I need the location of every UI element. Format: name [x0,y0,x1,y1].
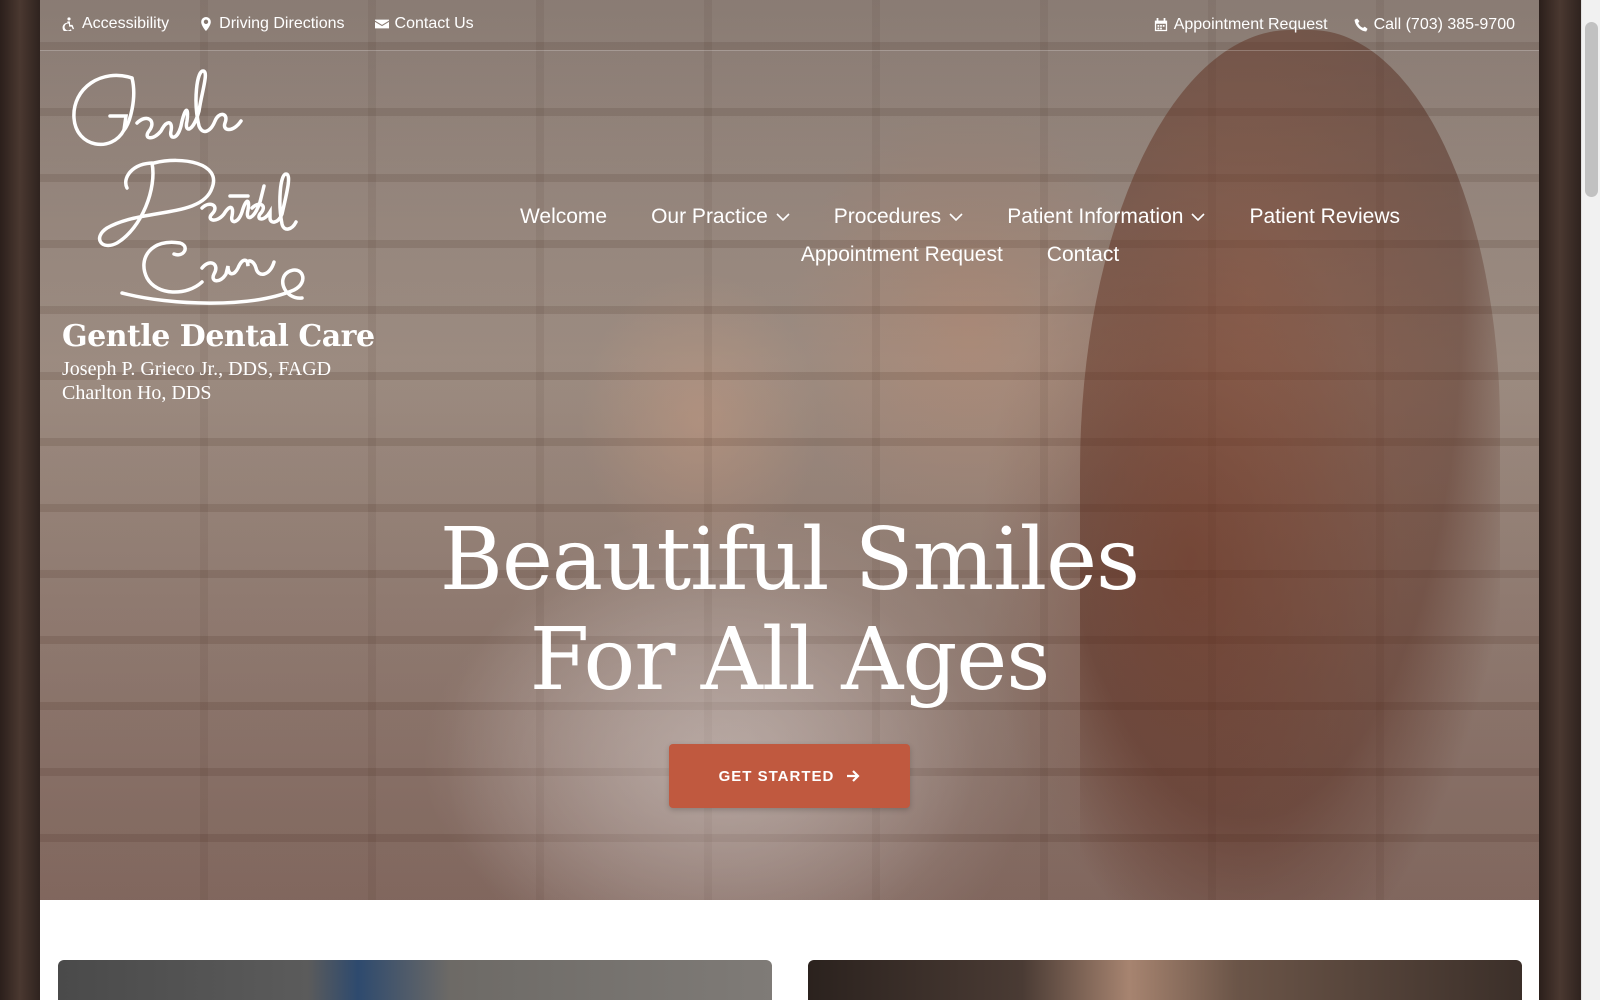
contact-us-link[interactable]: Contact Us [374,15,474,33]
appointment-request-top-link[interactable]: Appointment Request [1154,16,1328,34]
left-background-panel [0,0,40,1000]
right-background-panel [1539,0,1581,1000]
nav-item-welcome[interactable]: Welcome [520,205,607,229]
nav-row-1: Welcome Our Practice Procedures Patient … [460,205,1460,229]
nav-item-label: Contact [1046,243,1120,266]
nav-item-label: Procedures [833,205,942,228]
practice-doctors: Joseph P. Grieco Jr., DDS, FAGD Charlton… [62,357,331,405]
chevron-down-icon [1191,212,1206,221]
nav-row-2: Appointment Request Contact [460,243,1460,267]
page-scrollbar[interactable] [1581,0,1600,1000]
hero-section: Accessibility Driving Directions Contact… [40,0,1539,900]
driving-directions-label: Driving Directions [219,15,345,32]
call-phone-link[interactable]: Call (703) 385-9700 [1354,16,1515,34]
accessibility-icon [62,17,75,31]
contact-us-label: Contact Us [394,15,474,32]
hero-headline: Beautiful Smiles For All Ages [40,510,1539,710]
nav-item-label: Patient Reviews [1249,205,1401,228]
phone-icon [1354,18,1368,32]
appointment-request-top-label: Appointment Request [1173,16,1328,33]
accessibility-label: Accessibility [82,15,170,32]
nav-item-label: Patient Information [1007,205,1184,228]
nav-item-procedures[interactable]: Procedures [834,205,963,229]
call-phone-label: Call (703) 385-9700 [1373,16,1515,33]
arrow-right-icon [847,770,860,782]
nav-item-contact[interactable]: Contact [1047,243,1119,267]
nav-item-appointment-request[interactable]: Appointment Request [801,243,1003,267]
feature-card-image[interactable] [58,960,772,1000]
get-started-label: GET STARTED [718,767,835,785]
doctor-name: Charlton Ho, DDS [62,382,212,404]
driving-directions-link[interactable]: Driving Directions [199,15,345,33]
top-utility-bar: Accessibility Driving Directions Contact… [40,0,1539,51]
feature-card-image[interactable] [808,960,1522,1000]
nav-item-our-practice[interactable]: Our Practice [651,205,790,229]
chevron-down-icon [949,212,963,221]
get-started-button[interactable]: GET STARTED [669,744,910,808]
gentle-dental-care-logo[interactable] [62,68,312,313]
nav-item-label: Welcome [519,205,608,228]
calendar-icon [1154,18,1167,32]
hero-headline-line: For All Ages [529,610,1051,710]
nav-item-label: Our Practice [651,205,768,228]
map-marker-icon [201,17,211,31]
scrollbar-thumb[interactable] [1585,22,1598,197]
main-navigation: Welcome Our Practice Procedures Patient … [460,205,1460,281]
accessibility-link[interactable]: Accessibility [62,15,169,33]
doctor-name: Joseph P. Grieco Jr., DDS, FAGD [62,358,332,380]
chevron-down-icon [776,212,790,221]
hero-headline-line: Beautiful Smiles [439,510,1140,610]
nav-item-patient-reviews[interactable]: Patient Reviews [1249,205,1400,229]
nav-item-label: Appointment Request [800,243,1003,266]
practice-name: Gentle Dental Care [62,319,375,354]
nav-item-patient-information[interactable]: Patient Information [1007,205,1206,229]
envelope-icon [374,19,389,29]
site-container: Accessibility Driving Directions Contact… [40,0,1539,1000]
